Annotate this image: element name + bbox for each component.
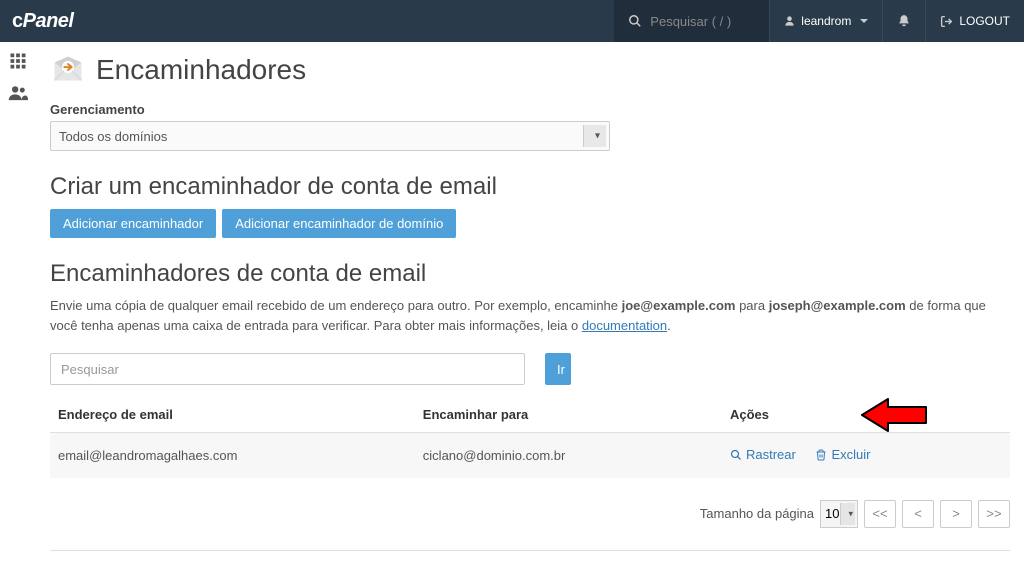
domain-select[interactable]: Todos os domínios [50, 121, 610, 151]
user-menu[interactable]: leandrom [769, 0, 882, 42]
bell-icon [897, 14, 911, 28]
global-search[interactable] [614, 0, 769, 42]
username: leandrom [801, 14, 851, 28]
list-description: Envie uma cópia de qualquer email recebi… [50, 296, 1010, 335]
list-heading: Encaminhadores de conta de email [50, 260, 1010, 288]
page-size-select-wrap: 10 ▾ [820, 500, 858, 528]
cell-forward-to: ciclano@dominio.com.br [415, 433, 722, 478]
page-size-select[interactable]: 10 [820, 500, 858, 528]
pager-first-button[interactable]: << [864, 500, 896, 528]
management-label: Gerenciamento [50, 102, 1010, 117]
cpanel-logo: cPanel [12, 10, 73, 33]
create-buttons: Adicionar encaminhador Adicionar encamin… [50, 209, 1010, 238]
users-icon[interactable] [8, 84, 28, 102]
user-icon [784, 15, 795, 27]
sidebar [0, 42, 36, 102]
add-domain-forwarder-button[interactable]: Adicionar encaminhador de domínio [222, 209, 456, 238]
grid-icon[interactable] [9, 52, 27, 70]
pager: Tamanho da página 10 ▾ << < > >> [50, 500, 1010, 528]
notifications-button[interactable] [882, 0, 925, 42]
annotation-arrow [860, 395, 930, 435]
logout-label: LOGOUT [959, 14, 1010, 28]
cell-actions: Rastrear Excluir [722, 433, 1010, 478]
logout-button[interactable]: LOGOUT [925, 0, 1024, 42]
delete-button[interactable]: Excluir [815, 447, 870, 462]
cell-email: email@leandromagalhaes.com [50, 433, 415, 478]
search-icon [730, 449, 742, 461]
page-title: Encaminhadores [96, 54, 306, 86]
create-heading: Criar um encaminhador de conta de email [50, 173, 1010, 201]
domain-select-wrap: Todos os domínios ▾ [50, 121, 610, 151]
col-email: Endereço de email [50, 397, 415, 433]
forwarders-icon [50, 52, 86, 88]
col-forward-to: Encaminhar para [415, 397, 722, 433]
table-row: email@leandromagalhaes.com ciclano@domin… [50, 433, 1010, 478]
filter-row: Ir [50, 353, 1010, 385]
pager-next-button[interactable]: > [940, 500, 972, 528]
divider [50, 550, 1010, 551]
documentation-link[interactable]: documentation [582, 318, 667, 333]
filter-go-button[interactable]: Ir [545, 353, 571, 385]
page-size-label: Tamanho da página [700, 506, 814, 521]
filter-input[interactable] [50, 353, 525, 385]
search-icon [628, 14, 642, 28]
page-header: Encaminhadores [50, 52, 1010, 88]
logout-icon [940, 15, 953, 28]
topbar: cPanel leandrom LOGOUT [0, 0, 1024, 42]
global-search-input[interactable] [650, 14, 755, 29]
trash-icon [815, 449, 827, 461]
add-forwarder-button[interactable]: Adicionar encaminhador [50, 209, 216, 238]
trace-button[interactable]: Rastrear [730, 447, 796, 462]
main-content: Encaminhadores Gerenciamento Todos os do… [36, 42, 1024, 571]
pager-last-button[interactable]: >> [978, 500, 1010, 528]
pager-prev-button[interactable]: < [902, 500, 934, 528]
chevron-down-icon [860, 19, 868, 23]
